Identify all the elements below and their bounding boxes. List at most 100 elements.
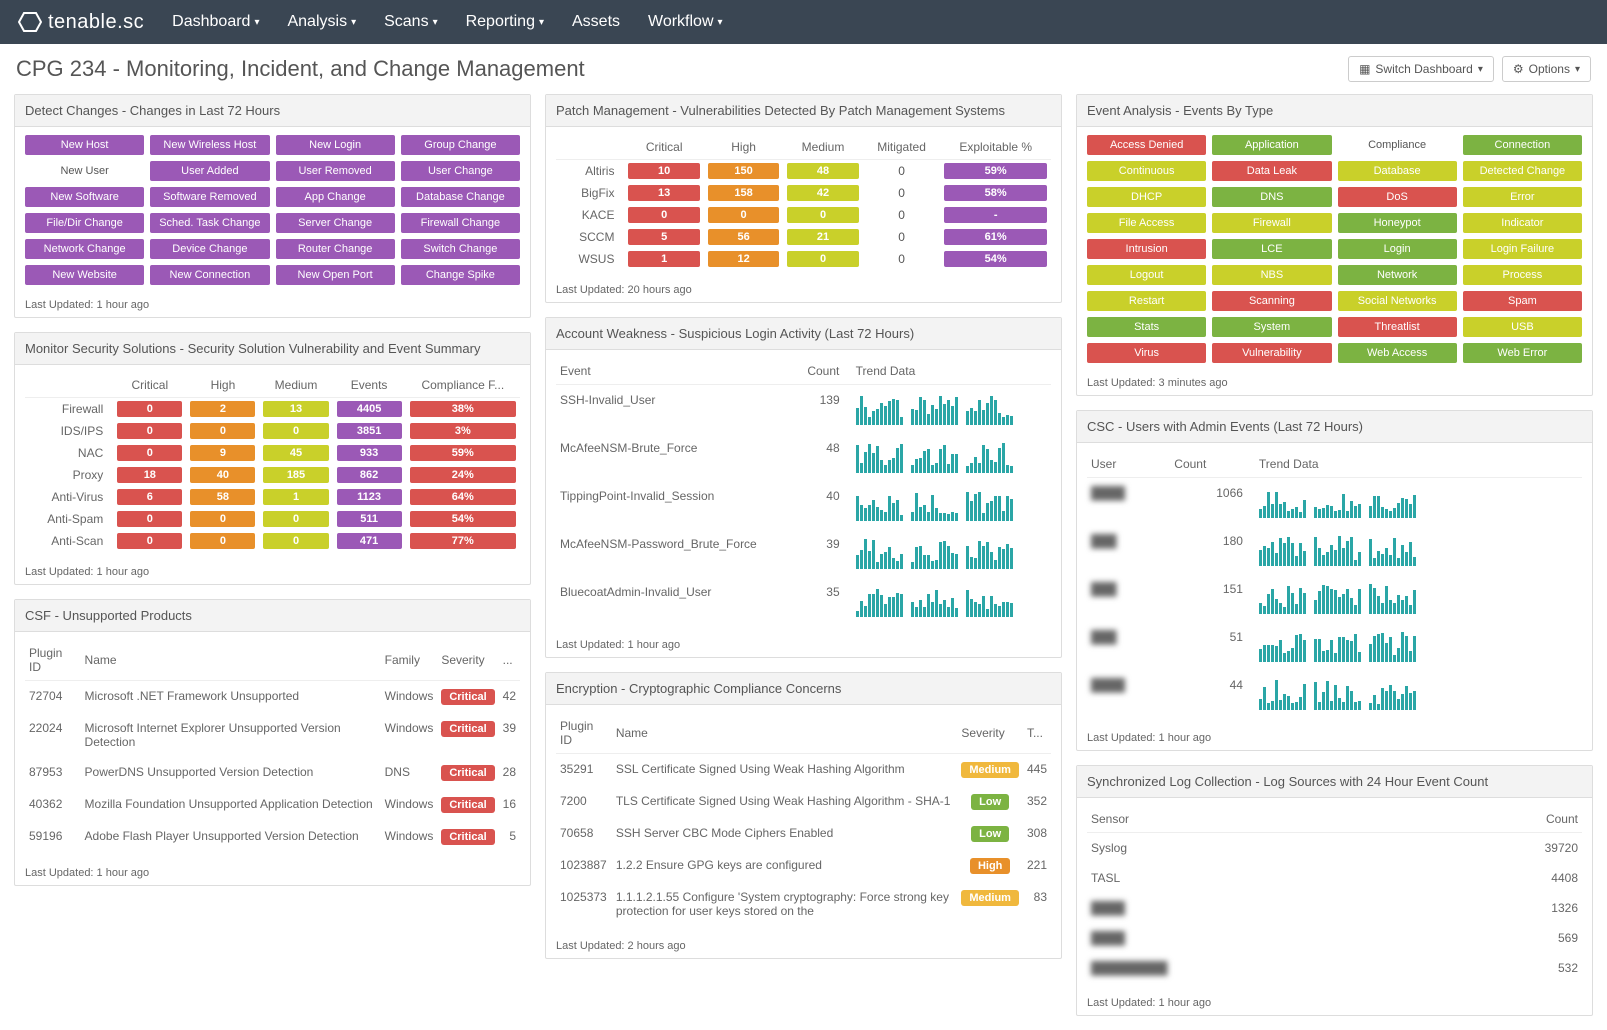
change-pill[interactable]: New Website xyxy=(25,265,144,285)
metric-cell[interactable]: 58 xyxy=(190,489,255,505)
metric-cell[interactable]: 1 xyxy=(263,489,328,505)
metric-cell[interactable]: 0 xyxy=(263,533,328,549)
metric-cell[interactable]: 54% xyxy=(944,251,1047,267)
metric-cell[interactable]: 56 xyxy=(708,229,779,245)
metric-cell[interactable]: 2 xyxy=(190,401,255,417)
metric-cell[interactable]: 38% xyxy=(410,401,516,417)
event-type-pill[interactable]: Error xyxy=(1463,187,1582,207)
event-type-pill[interactable]: Process xyxy=(1463,265,1582,285)
metric-cell[interactable]: 59% xyxy=(410,445,516,461)
metric-cell[interactable]: 10 xyxy=(628,163,699,179)
change-pill[interactable]: Change Spike xyxy=(401,265,520,285)
event-type-pill[interactable]: Intrusion xyxy=(1087,239,1206,259)
change-pill[interactable]: Router Change xyxy=(276,239,395,259)
event-type-pill[interactable]: Virus xyxy=(1087,343,1206,363)
metric-cell[interactable]: 61% xyxy=(944,229,1047,245)
nav-item-analysis[interactable]: Analysis ▾ xyxy=(287,13,356,31)
event-type-pill[interactable]: Stats xyxy=(1087,317,1206,337)
event-type-pill[interactable]: Connection xyxy=(1463,135,1582,155)
metric-cell[interactable]: 933 xyxy=(337,445,402,461)
metric-cell[interactable]: 3851 xyxy=(337,423,402,439)
nav-item-workflow[interactable]: Workflow ▾ xyxy=(648,13,723,31)
table-row[interactable]: 59196Adobe Flash Player Unsupported Vers… xyxy=(25,821,520,853)
change-pill[interactable]: Group Change xyxy=(401,135,520,155)
metric-cell[interactable]: 185 xyxy=(263,467,328,483)
metric-cell[interactable]: 0 xyxy=(117,445,182,461)
metric-cell[interactable]: 471 xyxy=(337,533,402,549)
metric-cell[interactable]: 0 xyxy=(263,511,328,527)
metric-cell[interactable]: 0 xyxy=(190,533,255,549)
event-type-pill[interactable]: Logout xyxy=(1087,265,1206,285)
metric-cell[interactable]: 511 xyxy=(337,511,402,527)
metric-cell[interactable]: - xyxy=(944,207,1047,223)
event-type-pill[interactable]: Network xyxy=(1338,265,1457,285)
change-pill[interactable]: Software Removed xyxy=(150,187,269,207)
metric-cell[interactable]: 24% xyxy=(410,467,516,483)
metric-cell[interactable]: 0 xyxy=(117,423,182,439)
table-row[interactable]: 22024Microsoft Internet Explorer Unsuppo… xyxy=(25,713,520,757)
metric-cell[interactable]: 12 xyxy=(708,251,779,267)
table-row[interactable]: ████44 xyxy=(1087,670,1582,718)
nav-item-dashboard[interactable]: Dashboard ▾ xyxy=(172,13,259,31)
table-row[interactable]: █████████532 xyxy=(1087,953,1582,983)
metric-cell[interactable]: 13 xyxy=(628,185,699,201)
metric-cell[interactable]: 21 xyxy=(787,229,858,245)
event-type-pill[interactable]: Web Error xyxy=(1463,343,1582,363)
table-row[interactable]: 72704Microsoft .NET Framework Unsupporte… xyxy=(25,681,520,714)
metric-cell[interactable]: 64% xyxy=(410,489,516,505)
table-row[interactable]: ████1326 xyxy=(1087,893,1582,923)
change-pill[interactable]: App Change xyxy=(276,187,395,207)
metric-cell[interactable]: 1123 xyxy=(337,489,402,505)
metric-cell[interactable]: 158 xyxy=(708,185,779,201)
table-row[interactable]: TippingPoint-Invalid_Session40 xyxy=(556,481,1051,529)
change-pill[interactable]: User Change xyxy=(401,161,520,181)
metric-cell[interactable]: 0 xyxy=(117,511,182,527)
options-button[interactable]: ⚙ Options ▾ xyxy=(1502,56,1591,82)
metric-cell[interactable]: 6 xyxy=(117,489,182,505)
event-type-pill[interactable]: Spam xyxy=(1463,291,1582,311)
table-row[interactable]: 70658SSH Server CBC Mode Ciphers Enabled… xyxy=(556,818,1051,850)
event-type-pill[interactable]: Login xyxy=(1338,239,1457,259)
metric-cell[interactable]: 0 xyxy=(787,251,858,267)
event-type-pill[interactable]: Compliance xyxy=(1338,135,1457,155)
metric-cell[interactable]: 54% xyxy=(410,511,516,527)
metric-cell[interactable]: 59% xyxy=(944,163,1047,179)
table-row[interactable]: ████1066 xyxy=(1087,478,1582,527)
event-type-pill[interactable]: USB xyxy=(1463,317,1582,337)
table-row[interactable]: McAfeeNSM-Brute_Force48 xyxy=(556,433,1051,481)
event-type-pill[interactable]: Firewall xyxy=(1212,213,1331,233)
event-type-pill[interactable]: Login Failure xyxy=(1463,239,1582,259)
event-type-pill[interactable]: Vulnerability xyxy=(1212,343,1331,363)
event-type-pill[interactable]: DoS xyxy=(1338,187,1457,207)
change-pill[interactable]: New Connection xyxy=(150,265,269,285)
metric-cell[interactable]: 45 xyxy=(263,445,328,461)
change-pill[interactable]: Firewall Change xyxy=(401,213,520,233)
metric-cell[interactable]: 0 xyxy=(117,533,182,549)
change-pill[interactable]: File/Dir Change xyxy=(25,213,144,233)
change-pill[interactable]: New Open Port xyxy=(276,265,395,285)
table-row[interactable]: Syslog39720 xyxy=(1087,833,1582,864)
table-row[interactable]: BluecoatAdmin-Invalid_User35 xyxy=(556,577,1051,625)
event-type-pill[interactable]: Data Leak xyxy=(1212,161,1331,181)
change-pill[interactable]: New Software xyxy=(25,187,144,207)
change-pill[interactable]: Switch Change xyxy=(401,239,520,259)
change-pill[interactable]: New Wireless Host xyxy=(150,135,269,155)
metric-cell[interactable]: 77% xyxy=(410,533,516,549)
event-type-pill[interactable]: Threatlist xyxy=(1338,317,1457,337)
event-type-pill[interactable]: DNS xyxy=(1212,187,1331,207)
table-row[interactable]: 10253731.1.1.2.1.55 Configure 'System cr… xyxy=(556,882,1051,926)
table-row[interactable]: ███151 xyxy=(1087,574,1582,622)
event-type-pill[interactable]: Honeypot xyxy=(1338,213,1457,233)
nav-item-reporting[interactable]: Reporting ▾ xyxy=(466,13,544,31)
change-pill[interactable]: Device Change xyxy=(150,239,269,259)
table-row[interactable]: 10238871.2.2 Ensure GPG keys are configu… xyxy=(556,850,1051,882)
metric-cell[interactable]: 0 xyxy=(190,423,255,439)
event-type-pill[interactable]: Web Access xyxy=(1338,343,1457,363)
metric-cell[interactable]: 3% xyxy=(410,423,516,439)
event-type-pill[interactable]: Detected Change xyxy=(1463,161,1582,181)
change-pill[interactable]: New User xyxy=(25,161,144,181)
switch-dashboard-button[interactable]: ▦ Switch Dashboard ▾ xyxy=(1348,56,1494,82)
metric-cell[interactable]: 0 xyxy=(117,401,182,417)
metric-cell[interactable]: 40 xyxy=(190,467,255,483)
event-type-pill[interactable]: LCE xyxy=(1212,239,1331,259)
